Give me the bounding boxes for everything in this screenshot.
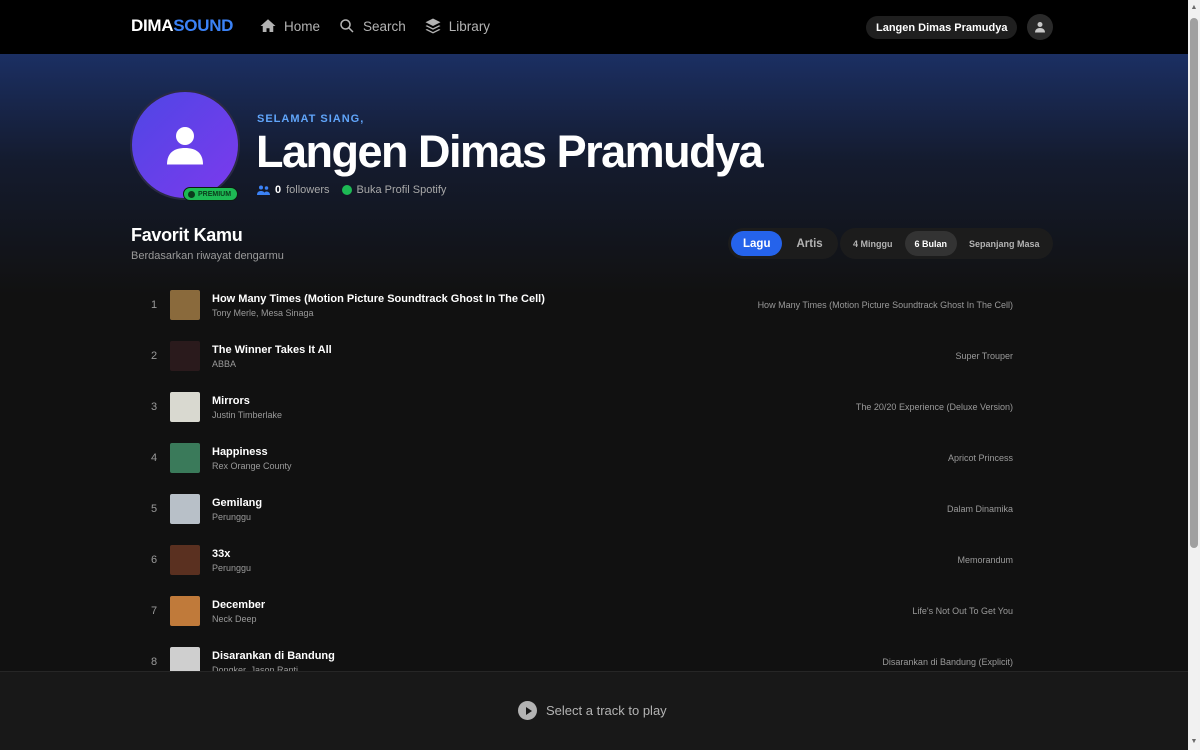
album-cover [170,494,200,524]
profile-meta: 0 followers Buka Profil Spotify [257,184,446,196]
tab-4-minggu[interactable]: 4 Minggu [843,231,903,256]
logo-part-1: DIMA [131,16,174,35]
track-album: The 20/20 Experience (Deluxe Version) [855,402,1013,412]
track-title: The Winner Takes It All [212,344,332,356]
tab-lagu[interactable]: Lagu [731,231,783,256]
user-avatar-icon [167,127,203,165]
track-artist: Justin Timberlake [212,410,283,420]
player-bar: Select a track to play [0,671,1188,750]
track-rank: 5 [150,503,158,515]
nav-home-link[interactable]: Home [259,17,320,35]
followers-label: followers [286,184,330,196]
tab-sepanjang-masa[interactable]: Sepanjang Masa [959,231,1050,256]
player-empty-state: Select a track to play [518,701,667,720]
track-album: Disarankan di Bandung (Explicit) [882,657,1013,667]
track-title: December [212,599,266,611]
track-list: 1 How Many Times (Motion Picture Soundtr… [140,284,1020,692]
scrollbar-thumb[interactable] [1190,18,1198,548]
nav-links: Home Search Library [259,17,490,35]
album-cover [170,596,200,626]
track-title: How Many Times (Motion Picture Soundtrac… [212,293,545,305]
track-rank: 7 [150,605,158,617]
type-toggle: Lagu Artis [728,228,838,259]
spotify-badge-icon [188,190,195,198]
track-row[interactable]: 1 How Many Times (Motion Picture Soundtr… [140,284,1020,335]
time-range-toggle: 4 Minggu 6 Bulan Sepanjang Masa [840,228,1053,259]
track-rank: 6 [150,554,158,566]
spotify-icon [341,185,352,195]
avatar [130,90,240,200]
track-row[interactable]: 3 Mirrors Justin Timberlake The 20/20 Ex… [140,386,1020,437]
player-message: Select a track to play [546,703,667,718]
user-name-pill[interactable]: Langen Dimas Pramudya [866,16,1018,39]
track-rank: 4 [150,452,158,464]
track-row[interactable]: 6 33x Perunggu Memorandum [140,539,1020,590]
logo-part-2: SOUND [173,16,234,35]
premium-badge-label: PREMIUM [198,190,232,198]
nav-search-label: Search [363,18,406,34]
followers-count: 0 [275,184,282,196]
nav-search-link[interactable]: Search [338,17,406,35]
track-album: Dalam Dinamika [946,504,1013,514]
spotify-profile-label: Buka Profil Spotify [356,184,447,196]
nav-library-link[interactable]: Library [424,17,490,35]
premium-badge: PREMIUM [183,187,239,201]
track-rank: 1 [150,299,158,311]
track-rank: 8 [150,656,158,668]
tab-6-bulan[interactable]: 6 Bulan [904,231,958,256]
user-menu-button[interactable] [1027,14,1053,40]
track-artist: Tony Merle, Mesa Sinaga [212,308,314,318]
logo[interactable]: DIMASOUND [131,16,233,36]
followers-icon [257,185,270,195]
scroll-down-arrow-icon[interactable]: ▼ [1190,738,1198,746]
track-album: How Many Times (Motion Picture Soundtrac… [757,300,1013,310]
track-title: Mirrors [212,395,250,407]
track-title: Disarankan di Bandung [212,650,335,662]
track-artist: ABBA [212,359,237,369]
search-icon [340,19,354,33]
tab-artis[interactable]: Artis [784,231,834,256]
album-cover [170,545,200,575]
play-icon[interactable] [518,701,537,720]
track-album: Apricot Princess [947,453,1013,463]
track-album: Memorandum [957,555,1013,565]
track-row[interactable]: 7 December Neck Deep Life's Not Out To G… [140,590,1020,641]
track-title: Gemilang [212,497,263,509]
track-artist: Perunggu [212,512,252,522]
track-artist: Neck Deep [212,614,257,624]
profile-name: Langen Dimas Pramudya [256,126,764,177]
user-icon [1035,22,1045,33]
favorites-title: Favorit Kamu [131,225,243,245]
track-artist: Rex Orange County [212,461,292,471]
scroll-up-arrow-icon[interactable]: ▲ [1190,4,1198,12]
track-artist: Perunggu [212,563,252,573]
album-cover [170,392,200,422]
spotify-profile-link[interactable]: Buka Profil Spotify [341,184,447,196]
favorites-subtitle: Berdasarkan riwayat dengarmu [131,250,284,262]
library-icon [425,18,441,34]
track-title: Happiness [212,446,268,458]
track-title: 33x [212,548,231,560]
home-icon [260,19,276,32]
track-album: Life's Not Out To Get You [912,606,1013,616]
track-rank: 3 [150,401,158,413]
track-rank: 2 [150,350,158,362]
nav-home-label: Home [284,18,321,34]
track-row[interactable]: 4 Happiness Rex Orange County Apricot Pr… [140,437,1020,488]
album-cover [170,341,200,371]
track-row[interactable]: 5 Gemilang Perunggu Dalam Dinamika [140,488,1020,539]
album-cover [170,290,200,320]
album-cover [170,443,200,473]
greeting-text: SELAMAT SIANG, [257,113,365,125]
nav-library-label: Library [448,18,491,34]
track-row[interactable]: 2 The Winner Takes It All ABBA Super Tro… [140,335,1020,386]
track-album: Super Trouper [955,351,1013,361]
top-navbar: DIMASOUND Home Search Library Langen Dim… [0,0,1188,54]
